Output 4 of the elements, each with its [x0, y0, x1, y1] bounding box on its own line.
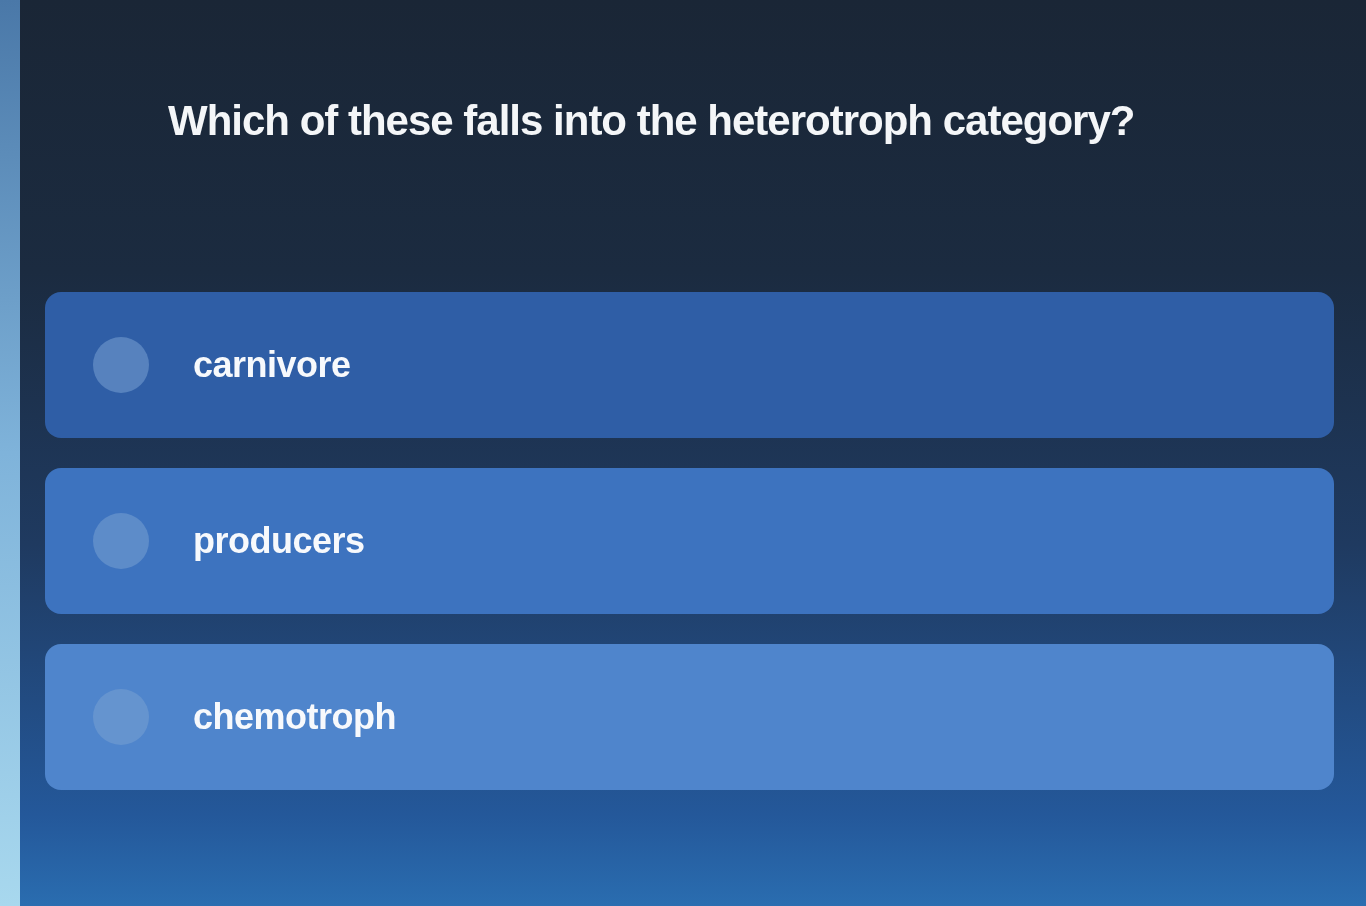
- answer-option[interactable]: carnivore: [45, 292, 1334, 439]
- question-text: Which of these falls into the heterotroph category?: [168, 96, 1135, 146]
- answer-option[interactable]: chemotroph: [45, 644, 1334, 791]
- answer-option[interactable]: producers: [45, 468, 1334, 615]
